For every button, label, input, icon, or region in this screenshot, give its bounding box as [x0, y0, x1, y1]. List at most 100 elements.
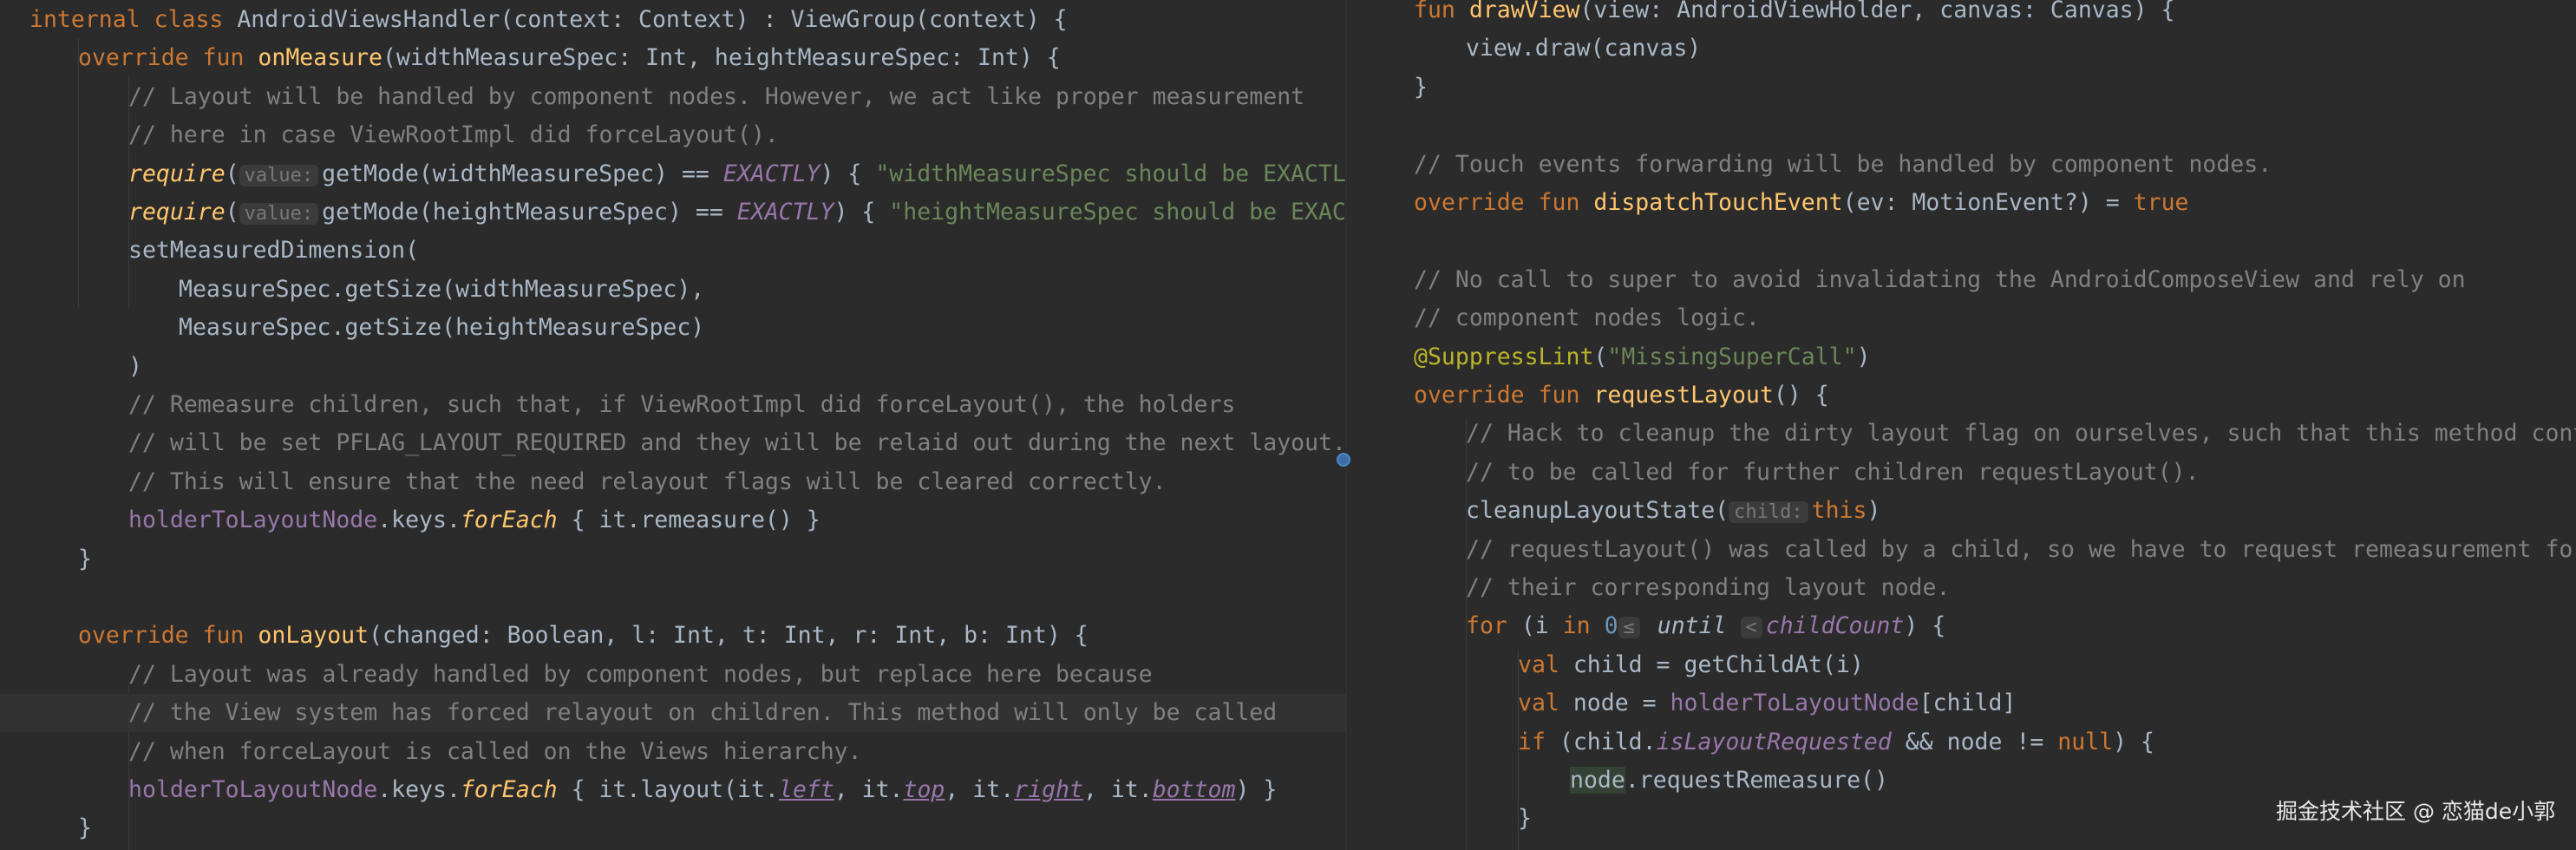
code-line[interactable]: [0, 579, 1346, 617]
code-line[interactable]: // This will ensure that the need relayo…: [0, 463, 1346, 501]
code-token: node =: [1572, 690, 1670, 717]
code-line[interactable]: MeasureSpec.getSize(widthMeasureSpec),: [0, 271, 1346, 309]
code-text: // the View system has forced relayout o…: [128, 694, 1277, 732]
code-token: (ev: MotionEvent?) =: [1842, 189, 2134, 216]
code-token: holderToLayoutNode: [128, 507, 378, 534]
code-line[interactable]: // the View system has forced relayout o…: [0, 694, 1346, 733]
code-token: "MissingSuperCall": [1607, 343, 1857, 370]
code-token: (i: [1520, 612, 1563, 640]
code-token: until: [1657, 612, 1727, 640]
code-token: forEach: [460, 507, 558, 534]
code-token: EXACTLY: [722, 160, 821, 187]
code-text: if (child.isLayoutRequested && node != n…: [1518, 723, 2154, 762]
code-token: MeasureSpec.getSize(widthMeasureSpec),: [179, 275, 705, 303]
code-token: // the View system has forced relayout o…: [128, 699, 1278, 727]
code-line[interactable]: @SuppressLint("MissingSuperCall"): [1377, 338, 2576, 376]
code-line[interactable]: val child = getChildAt(i): [1377, 646, 2576, 684]
code-token: ): [128, 352, 142, 380]
code-token: if: [1518, 728, 1559, 755]
code-line[interactable]: require(value: getMode(heightMeasureSpec)…: [0, 193, 1346, 232]
code-text: // requestLayout() was called by a child…: [1466, 531, 2576, 569]
code-line[interactable]: setMeasuredDimension(: [0, 232, 1346, 270]
code-line[interactable]: // component nodes logic.: [1377, 299, 2576, 337]
code-line[interactable]: ): [0, 348, 1346, 386]
code-token: ) }: [1235, 776, 1278, 803]
code-line[interactable]: // will be set PFLAG_LAYOUT_REQUIRED and…: [0, 424, 1346, 462]
code-line[interactable]: // Layout will be handled by component n…: [0, 78, 1346, 116]
code-token: override fun: [1414, 382, 1594, 409]
code-line[interactable]: holderToLayoutNode.keys.forEach { it.rem…: [0, 501, 1346, 539]
code-token: node: [1570, 767, 1625, 794]
breakpoint-dot-icon[interactable]: [1337, 453, 1350, 467]
code-line[interactable]: // No call to super to avoid invalidatin…: [1377, 261, 2576, 299]
code-token: ): [1856, 343, 1871, 370]
code-line[interactable]: // when forceLayout is called on the Vie…: [0, 733, 1346, 771]
code-token: (view: AndroidViewHolder, canvas: Canvas…: [1579, 0, 2175, 23]
code-line[interactable]: for (i in 0 ≤ until < childCount) {: [1377, 607, 2576, 645]
parameter-hint: ≤: [1618, 617, 1640, 639]
code-line[interactable]: }: [0, 809, 1346, 847]
code-line[interactable]: // requestLayout() was called by a child…: [1377, 531, 2576, 569]
code-token: view.draw(canvas): [1466, 35, 1702, 62]
code-line[interactable]: if (child.isLayoutRequested && node != n…: [1377, 723, 2576, 762]
code-token: }: [78, 814, 92, 842]
code-line[interactable]: holderToLayoutNode.keys.forEach { it.lay…: [0, 771, 1346, 809]
code-token: // to be called for further children req…: [1466, 458, 2200, 486]
code-token: .keys.: [377, 776, 461, 803]
code-line[interactable]: // to be called for further children req…: [1377, 454, 2576, 492]
code-token: this: [1811, 497, 1867, 525]
code-token: internal class: [29, 6, 238, 33]
code-token: "widthMeasureSpec should be EXACTLY": [875, 160, 1346, 187]
code-line[interactable]: view.draw(canvas): [1377, 29, 2576, 68]
code-token: (: [1593, 343, 1608, 370]
code-line[interactable]: // here in case ViewRootImpl did forceLa…: [0, 116, 1346, 154]
code-line[interactable]: override fun dispatchTouchEvent(ev: Moti…: [1377, 184, 2576, 222]
code-token: 0: [1604, 612, 1618, 640]
right-editor-pane[interactable]: fun drawView(view: AndroidViewHolder, ca…: [1377, 0, 2576, 850]
code-text: node.requestRemeasure(): [1570, 762, 1888, 800]
code-text: }: [78, 809, 92, 847]
code-token: // No call to super to avoid invalidatin…: [1414, 265, 2466, 293]
code-line[interactable]: }: [0, 540, 1346, 579]
code-line[interactable]: [1377, 222, 2576, 260]
code-line[interactable]: [1377, 107, 2576, 145]
code-text: // Layout will be handled by component n…: [128, 78, 1304, 116]
code-line[interactable]: fun drawView(view: AndroidViewHolder, ca…: [1377, 0, 2576, 29]
code-line[interactable]: require(value: getMode(widthMeasureSpec) …: [0, 155, 1346, 193]
code-token: val: [1518, 690, 1573, 717]
code-token: childCount: [1765, 612, 1905, 640]
left-editor-pane[interactable]: internal class AndroidViewsHandler(conte…: [0, 0, 1346, 850]
code-line[interactable]: MeasureSpec.getSize(heightMeasureSpec): [0, 309, 1346, 347]
code-line[interactable]: // Touch events forwarding will be handl…: [1377, 146, 2576, 184]
code-line[interactable]: // Remeasure children, such that, if Vie…: [0, 386, 1346, 424]
code-token: , it.: [834, 776, 904, 803]
code-line[interactable]: internal class AndroidViewsHandler(conte…: [0, 1, 1346, 39]
code-line[interactable]: }: [1377, 69, 2576, 107]
code-token: drawView: [1468, 0, 1580, 23]
code-token: override fun: [78, 44, 258, 72]
code-token: onMeasure: [258, 44, 383, 72]
code-token: }: [1518, 805, 1532, 833]
editor-split-divider[interactable]: [1346, 0, 1378, 850]
code-line[interactable]: // Hack to cleanup the dirty layout flag…: [1377, 415, 2576, 453]
code-line[interactable]: override fun onLayout(changed: Boolean, …: [0, 617, 1346, 655]
code-line[interactable]: cleanupLayoutState(child: this): [1377, 492, 2576, 530]
parameter-hint: value:: [239, 164, 319, 186]
code-token: // Layout was already handled by compone…: [128, 660, 1153, 688]
code-line[interactable]: val node = holderToLayoutNode[child]: [1377, 684, 2576, 722]
parameter-hint: value:: [239, 203, 319, 225]
code-line[interactable]: override fun requestLayout() {: [1377, 376, 2576, 415]
code-token: bottom: [1152, 776, 1236, 803]
code-text: // component nodes logic.: [1414, 299, 1760, 337]
code-line[interactable]: override fun onMeasure(widthMeasureSpec:…: [0, 39, 1346, 77]
code-text: cleanupLayoutState(child: this): [1466, 492, 1880, 532]
code-text: // when forceLayout is called on the Vie…: [128, 733, 862, 771]
code-token: holderToLayoutNode: [128, 776, 378, 803]
code-line[interactable]: // their corresponding layout node.: [1377, 569, 2576, 607]
code-token: { it.layout(it.: [557, 776, 779, 803]
code-text: // will be set PFLAG_LAYOUT_REQUIRED and…: [128, 424, 1346, 462]
code-line[interactable]: // Layout was already handled by compone…: [0, 656, 1346, 694]
code-token: { it.remeasure() }: [557, 507, 821, 534]
code-token: (widthMeasureSpec: Int, heightMeasureSpe…: [382, 44, 1061, 72]
code-token: dispatchTouchEvent: [1593, 189, 1843, 216]
